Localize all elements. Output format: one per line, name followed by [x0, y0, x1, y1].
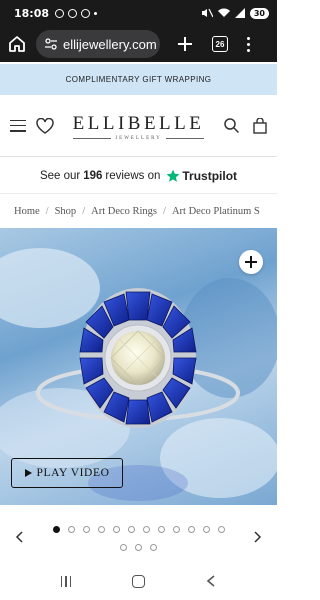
status-bar: 18:08 30 [0, 0, 277, 26]
promo-banner[interactable]: COMPLIMENTARY GIFT WRAPPING [0, 64, 277, 95]
status-time: 18:08 [14, 6, 50, 20]
zoom-button[interactable] [239, 250, 263, 274]
breadcrumb: Home / Shop / Art Deco Rings / Art Deco … [14, 205, 260, 217]
bag-icon[interactable] [253, 117, 267, 134]
trustpilot-star-icon [166, 169, 180, 182]
carousel-dot[interactable] [67, 526, 75, 533]
carousel-dot[interactable] [82, 526, 90, 533]
header-actions [224, 117, 267, 134]
carousel-dot[interactable] [112, 526, 120, 533]
play-video-label: PLAY VIDEO [36, 467, 110, 479]
review-count: 196 [83, 169, 103, 182]
wifi-icon [217, 8, 230, 17]
hamburger-icon[interactable] [10, 119, 26, 132]
site-info-icon[interactable] [42, 35, 60, 53]
carousel-dot[interactable] [157, 526, 165, 533]
search-icon[interactable] [224, 118, 239, 133]
signal-icon [234, 8, 245, 18]
browser-toolbar: ellijewellery.com 26 [0, 26, 277, 62]
notification-icon [68, 8, 78, 18]
browser-home-button[interactable] [6, 33, 28, 55]
site-header: ELLIBELLE JEWELLERY [0, 95, 277, 157]
carousel-dot[interactable] [97, 526, 105, 533]
carousel-dot[interactable] [150, 544, 157, 551]
product-image[interactable]: PLAY VIDEO [0, 228, 277, 505]
image-carousel [0, 515, 277, 560]
chevron-right-icon[interactable] [251, 531, 263, 543]
carousel-dot[interactable] [217, 526, 225, 533]
notification-icon [81, 8, 91, 18]
heart-icon[interactable] [36, 117, 54, 134]
new-tab-button[interactable] [174, 33, 196, 55]
carousel-dot[interactable] [52, 526, 60, 533]
breadcrumb-home[interactable]: Home [14, 206, 40, 217]
carousel-dots-row [0, 544, 277, 551]
carousel-dot[interactable] [127, 526, 135, 533]
carousel-dot[interactable] [135, 544, 142, 551]
carousel-dot[interactable] [142, 526, 150, 533]
more-notifications-icon [94, 11, 98, 15]
notification-icons [55, 8, 98, 18]
carousel-dot[interactable] [187, 526, 195, 533]
breadcrumb-category[interactable]: Art Deco Rings [91, 206, 157, 217]
status-right: 30 [201, 7, 269, 19]
notification-icon [55, 8, 65, 18]
trustpilot-widget[interactable]: See our 196 reviews on Trustpilot [0, 158, 277, 194]
trustpilot-brand: Trustpilot [182, 168, 238, 183]
breadcrumb-current: Art Deco Platinum S [171, 205, 260, 217]
zoom-plus-icon [245, 256, 257, 268]
carousel-dot[interactable] [120, 544, 127, 551]
tabs-icon[interactable]: 26 [212, 36, 228, 52]
plus-icon [178, 37, 192, 51]
system-nav-bar [0, 562, 277, 600]
carousel-dots-row [0, 526, 277, 533]
mute-icon [201, 8, 213, 18]
trust-prefix: See our [39, 169, 81, 182]
home-icon [9, 36, 25, 52]
system-home-icon[interactable] [132, 574, 146, 588]
carousel-dot[interactable] [202, 526, 210, 533]
address-bar[interactable]: ellijewellery.com [36, 30, 160, 58]
url-text: ellijewellery.com [63, 36, 157, 52]
battery-indicator: 30 [249, 7, 269, 19]
play-video-button[interactable]: PLAY VIDEO [11, 458, 123, 488]
carousel-dot[interactable] [172, 526, 180, 533]
logo-subtitle: JEWELLERY [73, 136, 204, 141]
menu-icon[interactable] [242, 33, 254, 55]
play-icon [24, 469, 32, 477]
breadcrumb-shop[interactable]: Shop [55, 206, 77, 217]
trust-suffix: reviews on [105, 169, 161, 182]
back-icon[interactable] [206, 575, 216, 587]
recent-apps-icon[interactable] [60, 575, 72, 587]
